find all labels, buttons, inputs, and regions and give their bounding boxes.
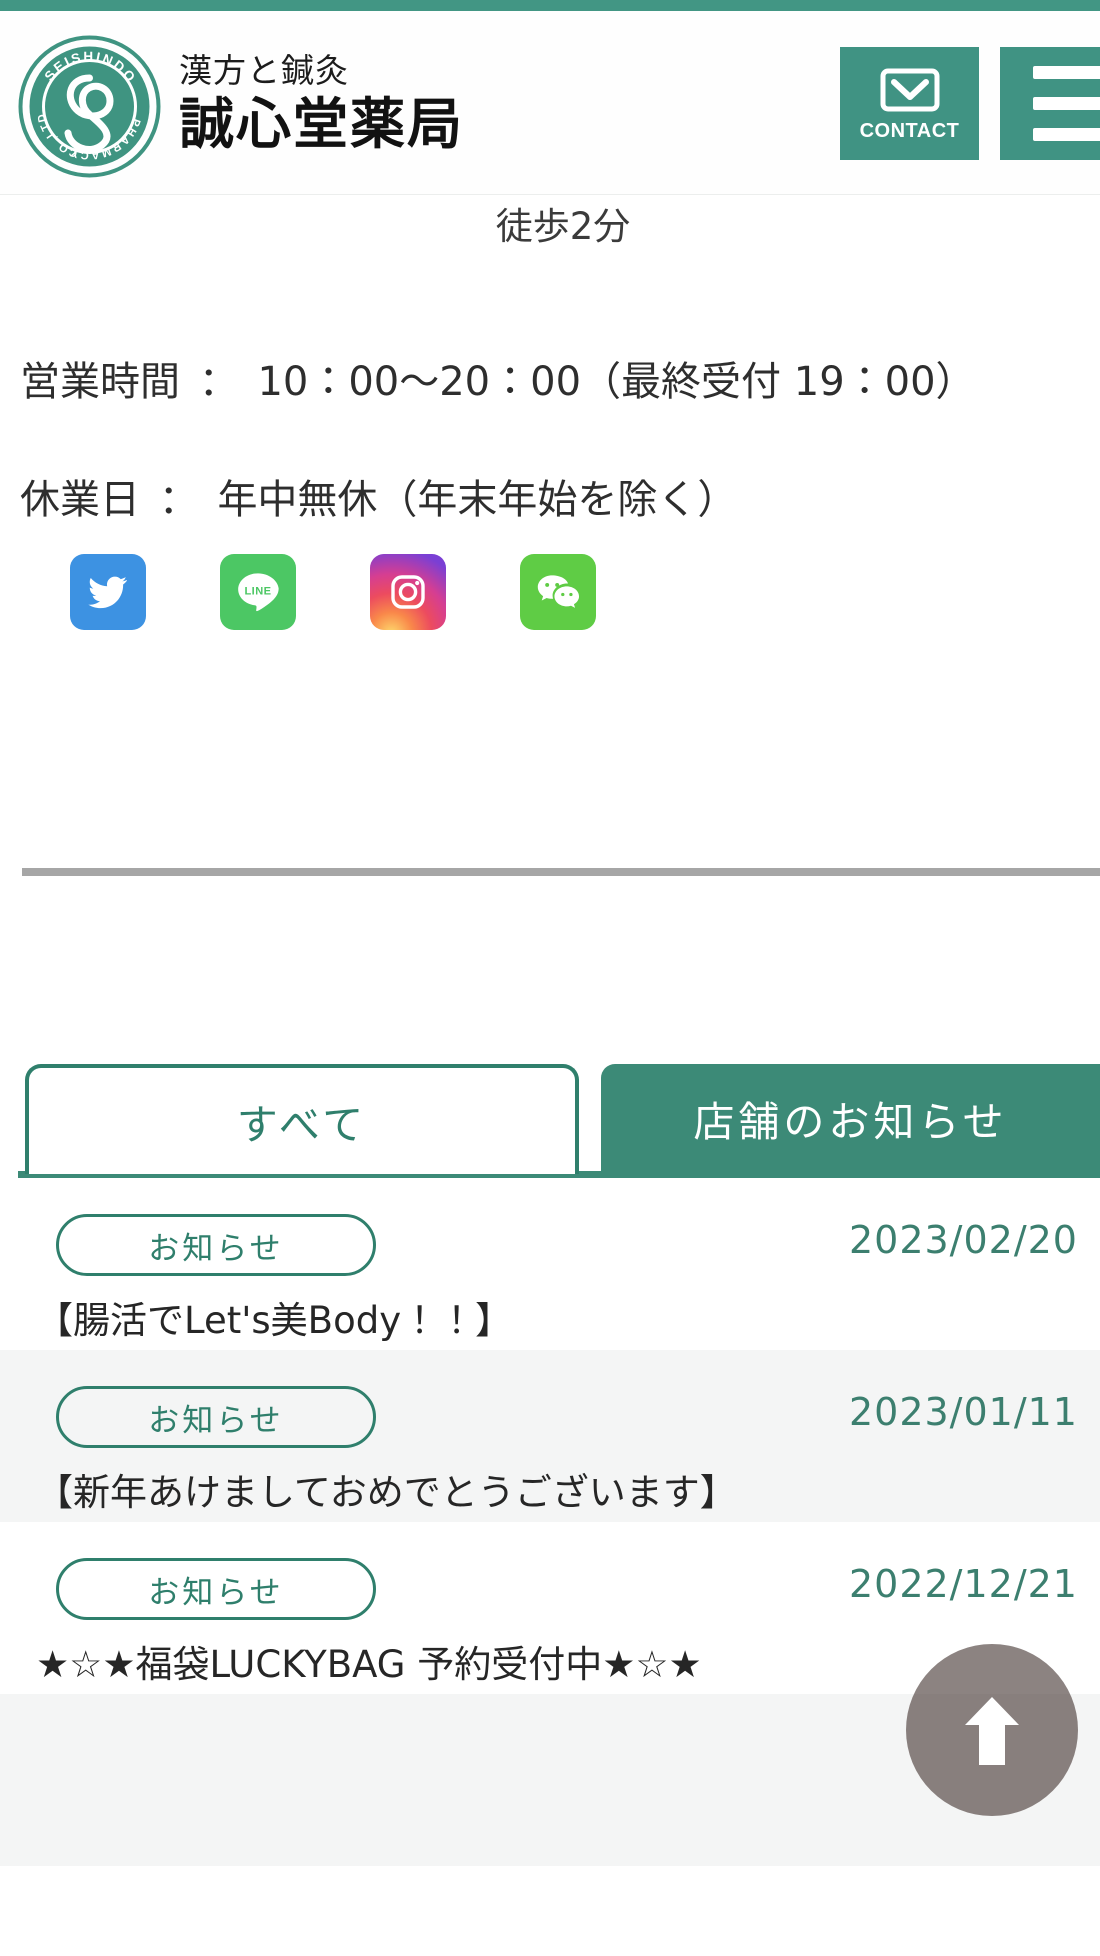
hamburger-menu-icon-bar3 bbox=[1032, 128, 1100, 141]
closed-days-value: 年中無休（年末年始を除く） bbox=[217, 477, 738, 523]
news-category-badge: お知らせ bbox=[56, 1386, 376, 1448]
news-item-header: お知らせ 2022/12/21 bbox=[0, 1558, 1100, 1620]
news-date: 2023/02/20 bbox=[848, 1218, 1078, 1262]
news-date: 2023/01/11 bbox=[848, 1390, 1078, 1434]
access-text: 徒歩2分 bbox=[495, 205, 631, 248]
hamburger-menu-icon bbox=[1032, 66, 1100, 79]
instagram-link[interactable] bbox=[370, 554, 446, 630]
brand-logo-link[interactable]: SEISHINDO PHARMACY CO.,LTD. 漢方と鍼灸 誠心堂薬局 bbox=[18, 35, 464, 178]
closed-days-separator: ： bbox=[158, 477, 199, 523]
brand-text: 漢方と鍼灸 誠心堂薬局 bbox=[179, 52, 464, 161]
arrow-up-icon bbox=[965, 1697, 1019, 1765]
seishindo-seal-logo: SEISHINDO PHARMACY CO.,LTD. bbox=[18, 35, 161, 178]
top-accent-bar bbox=[0, 0, 1100, 11]
contact-button[interactable]: CONTACT bbox=[840, 47, 979, 160]
news-list-item[interactable]: お知らせ 2023/01/11 【新年あけましておめでとうございます】 bbox=[0, 1350, 1100, 1522]
instagram-icon bbox=[391, 575, 425, 609]
business-hours-row: 営業時間 ： 10：00〜20：00（最終受付 19：00） bbox=[20, 349, 976, 407]
business-hours-separator: ： bbox=[198, 359, 239, 405]
business-hours-value: 10：00〜20：00（最終受付 19：00） bbox=[257, 359, 976, 405]
line-link[interactable]: LINE bbox=[220, 554, 296, 630]
news-category-badge: お知らせ bbox=[56, 1214, 376, 1276]
line-icon: LINE bbox=[238, 573, 279, 612]
section-divider bbox=[22, 868, 1100, 876]
news-date: 2022/12/21 bbox=[848, 1562, 1078, 1606]
news-title[interactable]: ★☆★福袋LUCKYBAG 予約受付中★☆★ bbox=[36, 1634, 702, 1688]
brand-title: 誠心堂薬局 bbox=[179, 92, 465, 157]
scroll-to-top-button[interactable] bbox=[906, 1644, 1078, 1816]
business-hours-label: 営業時間 bbox=[20, 359, 180, 405]
hamburger-menu-button[interactable] bbox=[1000, 47, 1100, 160]
envelope-icon bbox=[880, 68, 939, 111]
social-links: LINE bbox=[70, 554, 596, 630]
contact-button-label: CONTACT bbox=[859, 119, 960, 142]
brand-subtitle: 漢方と鍼灸 bbox=[179, 51, 349, 91]
site-header: SEISHINDO PHARMACY CO.,LTD. 漢方と鍼灸 誠心堂薬局 … bbox=[0, 11, 1100, 195]
news-category-badge: お知らせ bbox=[56, 1558, 376, 1620]
news-item-header: お知らせ 2023/02/20 bbox=[0, 1214, 1100, 1276]
news-title[interactable]: 【腸活でLet's美Body！！】 bbox=[36, 1290, 512, 1344]
hamburger-menu-icon-bar2 bbox=[1032, 97, 1100, 110]
twitter-icon bbox=[88, 576, 128, 609]
closed-days-row: 休業日 ： 年中無休（年末年始を除く） bbox=[20, 467, 737, 525]
news-list-item[interactable]: お知らせ 2023/02/20 【腸活でLet's美Body！！】 bbox=[0, 1178, 1100, 1350]
news-title[interactable]: 【新年あけましておめでとうございます】 bbox=[36, 1462, 737, 1516]
tab-all[interactable]: すべて bbox=[25, 1064, 579, 1174]
wechat-link[interactable] bbox=[520, 554, 596, 630]
news-item-header: お知らせ 2023/01/11 bbox=[0, 1386, 1100, 1448]
twitter-link[interactable] bbox=[70, 554, 146, 630]
page-root: SEISHINDO PHARMACY CO.,LTD. 漢方と鍼灸 誠心堂薬局 … bbox=[0, 0, 1100, 1956]
news-tabs: 店舗のお知らせ すべて bbox=[0, 1064, 1100, 1180]
closed-days-label: 休業日 bbox=[20, 477, 140, 523]
wechat-icon bbox=[537, 575, 580, 608]
tab-store-news[interactable]: 店舗のお知らせ bbox=[601, 1064, 1100, 1171]
svg-text:LINE: LINE bbox=[244, 585, 271, 597]
